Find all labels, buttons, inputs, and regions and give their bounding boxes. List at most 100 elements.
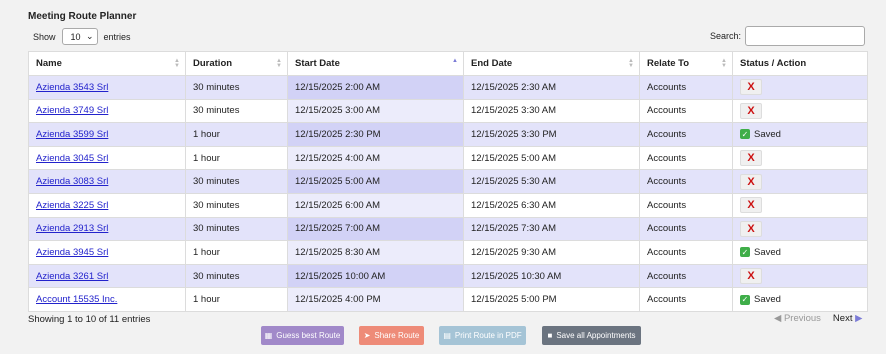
remove-button[interactable]: X bbox=[740, 220, 762, 237]
remove-button[interactable]: X bbox=[740, 102, 762, 119]
sort-icon: ▲ ▼ bbox=[721, 58, 727, 69]
page-title: Meeting Route Planner bbox=[28, 11, 137, 22]
remove-button[interactable]: X bbox=[740, 173, 762, 190]
name-cell: Azienda 3225 Srl bbox=[28, 192, 186, 218]
previous-button[interactable]: ◀ Previous bbox=[774, 313, 821, 324]
search-input[interactable] bbox=[745, 26, 866, 46]
account-link[interactable]: Azienda 3045 Srl bbox=[36, 153, 108, 164]
relate-cell: Accounts bbox=[639, 75, 733, 100]
duration-cell: 30 minutes bbox=[185, 75, 288, 100]
start-cell: 12/15/2025 10:00 AM bbox=[287, 263, 464, 289]
check-icon: ✓ bbox=[740, 294, 750, 305]
start-cell: 12/15/2025 2:00 AM bbox=[287, 75, 464, 100]
duration-cell: 30 minutes bbox=[185, 169, 288, 194]
start-cell: 12/15/2025 7:00 AM bbox=[287, 216, 464, 242]
table-row: Azienda 3599 Srl 1 hour 12/15/2025 2:30 PM… bbox=[28, 122, 868, 147]
name-cell: Account 15535 Inc. bbox=[28, 287, 186, 312]
account-link[interactable]: Account 15535 Inc. bbox=[36, 294, 117, 305]
status-cell: ✓ Saved bbox=[732, 122, 868, 147]
account-link[interactable]: Azienda 3543 Srl bbox=[36, 82, 108, 93]
duration-cell: 30 minutes bbox=[185, 192, 288, 218]
name-header[interactable]: Name ▲ ▼ bbox=[28, 51, 186, 76]
status-cell: X bbox=[732, 263, 868, 289]
sort-icon: ▲ ▼ bbox=[628, 58, 634, 69]
share-label: Share Route bbox=[374, 331, 420, 340]
table-header-row: Name ▲ ▼ Duration ▲ ▼ Start Date ▲ End Date ▲ ▼ Rel… bbox=[28, 51, 868, 76]
print-route-button[interactable]: ▤ Print Route in PDF bbox=[439, 326, 526, 345]
sort-icon: ▲ ▼ bbox=[276, 58, 282, 69]
remove-button[interactable]: X bbox=[740, 79, 762, 96]
status-cell: X bbox=[732, 216, 868, 242]
status-action-header[interactable]: Status / Action bbox=[732, 51, 868, 76]
end-cell: 12/15/2025 9:30 AM bbox=[463, 240, 640, 265]
account-link[interactable]: Azienda 3749 Srl bbox=[36, 105, 108, 116]
pdf-icon: ▤ bbox=[443, 331, 451, 340]
entries-label: entries bbox=[103, 31, 131, 42]
column-label: Relate To bbox=[647, 58, 690, 69]
appointments-table: Name ▲ ▼ Duration ▲ ▼ Start Date ▲ End Date ▲ ▼ Rel… bbox=[28, 51, 868, 312]
next-label: Next bbox=[832, 313, 853, 324]
name-cell: Azienda 3261 Srl bbox=[28, 263, 186, 289]
remove-button[interactable]: X bbox=[740, 150, 762, 167]
column-label: Duration bbox=[193, 58, 233, 69]
name-cell: Azienda 2913 Srl bbox=[28, 216, 186, 242]
relate-cell: Accounts bbox=[639, 169, 733, 194]
account-link[interactable]: Azienda 3945 Srl bbox=[36, 247, 108, 258]
start-cell: 12/15/2025 4:00 PM bbox=[287, 287, 464, 312]
remove-button[interactable]: X bbox=[740, 197, 762, 214]
end-cell: 12/15/2025 2:30 AM bbox=[463, 75, 640, 100]
triangle-left-icon: ◀ bbox=[774, 313, 782, 324]
saved-status: ✓ Saved bbox=[740, 294, 781, 305]
account-link[interactable]: Azienda 3083 Srl bbox=[36, 176, 108, 187]
table-row: Azienda 3083 Srl 30 minutes 12/15/2025 5:0… bbox=[28, 169, 868, 194]
column-label: Name bbox=[36, 58, 62, 69]
guess-label: Guess best Route bbox=[276, 331, 341, 340]
account-link[interactable]: Azienda 3261 Srl bbox=[36, 271, 108, 282]
status-cell: ✓ Saved bbox=[732, 287, 868, 312]
table-row: Azienda 2913 Srl 30 minutes 12/15/2025 7:0… bbox=[28, 216, 868, 242]
account-link[interactable]: Azienda 2913 Srl bbox=[36, 223, 108, 234]
search-control: Search: bbox=[710, 26, 866, 46]
account-link[interactable]: Azienda 3225 Srl bbox=[36, 200, 108, 211]
end-cell: 12/15/2025 10:30 AM bbox=[463, 263, 640, 289]
guess-best-route-button[interactable]: ▦ Guess best Route bbox=[261, 326, 344, 345]
account-link[interactable]: Azienda 3599 Srl bbox=[36, 129, 108, 140]
start-cell: 12/15/2025 3:00 AM bbox=[287, 98, 464, 124]
start-cell: 12/15/2025 2:30 PM bbox=[287, 122, 464, 147]
share-route-button[interactable]: ➤ Share Route bbox=[359, 326, 424, 345]
sort-icon: ▲ ▼ bbox=[174, 58, 180, 69]
relate-cell: Accounts bbox=[639, 122, 733, 147]
page-length-select[interactable]: 10 ⌄ bbox=[61, 28, 98, 45]
duration-header[interactable]: Duration ▲ ▼ bbox=[185, 51, 288, 76]
relate-to-header[interactable]: Relate To ▲ ▼ bbox=[639, 51, 733, 76]
duration-cell: 1 hour bbox=[185, 287, 288, 312]
start-date-header[interactable]: Start Date ▲ bbox=[287, 51, 464, 76]
duration-cell: 1 hour bbox=[185, 122, 288, 147]
triangle-right-icon: ▶ bbox=[855, 313, 863, 324]
name-cell: Azienda 3599 Srl bbox=[28, 122, 186, 147]
end-date-header[interactable]: End Date ▲ ▼ bbox=[463, 51, 640, 76]
table-row: Azienda 3225 Srl 30 minutes 12/15/2025 6:0… bbox=[28, 192, 868, 218]
remove-button[interactable]: X bbox=[740, 268, 762, 285]
column-label: End Date bbox=[471, 58, 513, 69]
table-row: Azienda 3261 Srl 30 minutes 12/15/2025 10:… bbox=[28, 263, 868, 289]
relate-cell: Accounts bbox=[639, 145, 733, 171]
table-row: Azienda 3945 Srl 1 hour 12/15/2025 8:30 AM… bbox=[28, 240, 868, 265]
relate-cell: Accounts bbox=[639, 263, 733, 289]
duration-cell: 1 hour bbox=[185, 145, 288, 171]
relate-cell: Accounts bbox=[639, 98, 733, 124]
duration-cell: 30 minutes bbox=[185, 98, 288, 124]
pagination: ◀ Previous Next ▶ bbox=[774, 313, 862, 324]
search-label: Search: bbox=[710, 31, 742, 41]
saved-label: Saved bbox=[754, 294, 781, 306]
end-cell: 12/15/2025 3:30 PM bbox=[463, 122, 640, 147]
saved-label: Saved bbox=[754, 128, 781, 140]
table-row: Azienda 3543 Srl 30 minutes 12/15/2025 2:0… bbox=[28, 75, 868, 100]
status-cell: X bbox=[732, 169, 868, 194]
table-row: Account 15535 Inc. 1 hour 12/15/2025 4:00 … bbox=[28, 287, 868, 312]
name-cell: Azienda 3543 Srl bbox=[28, 75, 186, 100]
next-button[interactable]: Next ▶ bbox=[833, 313, 863, 324]
page-length-control: Show 10 ⌄ entries bbox=[33, 28, 131, 45]
end-cell: 12/15/2025 7:30 AM bbox=[463, 216, 640, 242]
save-all-appointments-button[interactable]: ■ Save all Appointments bbox=[542, 326, 641, 345]
